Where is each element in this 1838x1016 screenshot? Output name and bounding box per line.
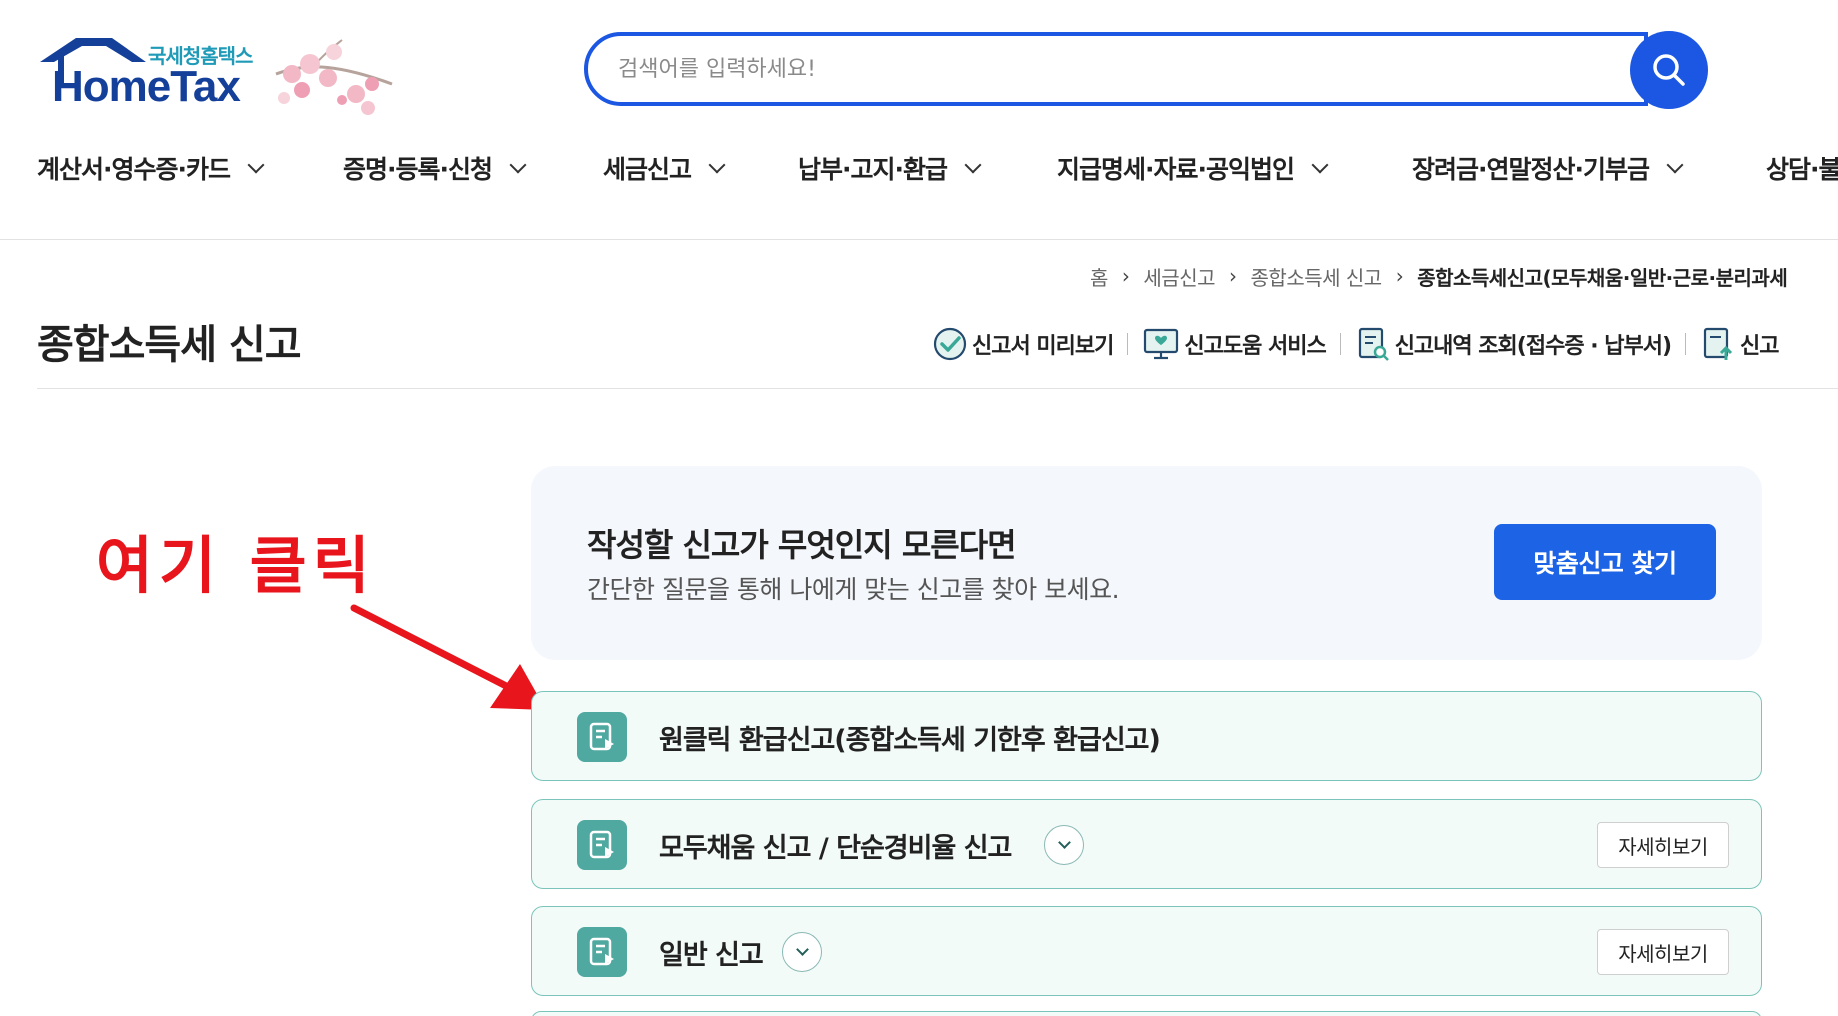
divider (1339, 333, 1341, 355)
annotation-arrow-icon (350, 604, 546, 710)
quick-link-label: 신고내역 조회(접수증 · 납부서) (1394, 334, 1672, 359)
quick-link-label: 신고서 미리보기 (972, 334, 1114, 359)
gnb-label: 지급명세·자료·공익법인 (1057, 155, 1295, 184)
gnb-item-tax-report[interactable]: 세금신고 (603, 150, 726, 186)
gnb-divider (0, 239, 1838, 240)
quick-link-report-history[interactable]: 신고내역 조회(접수증 · 납부서) (1355, 326, 1672, 362)
chevron-down-icon (708, 156, 726, 174)
document-search-icon (1358, 327, 1389, 361)
custom-report-guide: 작성할 신고가 무엇인지 모른다면 간단한 질문을 통해 나에게 맞는 신고를 … (531, 466, 1762, 660)
guide-description: 간단한 질문을 통해 나에게 맞는 신고를 찾아 보세요. (587, 575, 1120, 604)
document-play-icon (577, 927, 627, 977)
gnb-label: 상담·불 (1766, 155, 1838, 184)
divider (1127, 333, 1129, 355)
search-box (584, 32, 1648, 106)
item-partial[interactable] (531, 1011, 1762, 1016)
gnb-item-invoice[interactable]: 계산서·영수증·카드 (37, 150, 265, 186)
document-play-icon (577, 820, 627, 870)
quick-links: 신고서 미리보기 신고도움 서비스 신고내역 조회(접수증 · 납부서) 신고 (932, 324, 1780, 364)
gnb-label: 계산서·영수증·카드 (37, 155, 231, 184)
page-title: 종합소득세 신고 (37, 322, 302, 368)
gnb-label: 납부·고지·환급 (798, 155, 948, 184)
gnb-item-consult[interactable]: 상담·불 (1766, 150, 1838, 186)
search-input[interactable] (618, 52, 1578, 86)
chevron-right-icon: › (1229, 264, 1237, 288)
breadcrumb-home[interactable]: 홈 (1090, 262, 1108, 291)
item-general-report[interactable]: 일반 신고 자세히보기 (531, 906, 1762, 996)
chevron-right-icon: › (1395, 264, 1404, 288)
item-prefilled-report[interactable]: 모두채움 신고 / 단순경비율 신고 자세히보기 (531, 799, 1762, 889)
quick-link-help-service[interactable]: 신고도움 서비스 (1142, 326, 1327, 362)
chevron-down-icon (1057, 836, 1071, 849)
detail-view-button[interactable]: 자세히보기 (1597, 929, 1729, 975)
annotation-text: 여기 클릭 (96, 529, 376, 602)
item-title: 일반 신고 (659, 940, 764, 971)
find-custom-report-button[interactable]: 맞춤신고 찾기 (1494, 524, 1716, 600)
document-upload-icon (1703, 327, 1733, 360)
monitor-help-icon (1144, 328, 1179, 360)
gnb-item-payment[interactable]: 납부·고지·환급 (798, 150, 982, 186)
item-title: 원클릭 환급신고(종합소득세 기한후 환급신고) (659, 725, 1161, 756)
gnb-label: 장려금·연말정산·기부금 (1412, 155, 1650, 184)
divider (1685, 333, 1687, 355)
gnb-item-incentive[interactable]: 장려금·연말정산·기부금 (1412, 150, 1684, 186)
chevron-down-icon (964, 156, 982, 174)
check-circle-icon (933, 327, 967, 361)
title-divider (37, 388, 1838, 389)
breadcrumb-current: 종합소득세신고(모두채움·일반·근로·분리과세 (1417, 265, 1788, 290)
gnb-item-certificate[interactable]: 증명·등록·신청 (343, 150, 527, 186)
chevron-down-icon (795, 943, 809, 956)
quick-link-label: 신고도움 서비스 (1184, 334, 1326, 359)
guide-title: 작성할 신고가 무엇인지 모른다면 (587, 526, 1017, 564)
logo-english-text: HomeTax (52, 62, 241, 111)
chevron-down-icon (247, 156, 265, 174)
item-one-click-refund[interactable]: 원클릭 환급신고(종합소득세 기한후 환급신고) (531, 691, 1762, 781)
quick-link-label: 신고 (1740, 334, 1779, 359)
gnb-label: 세금신고 (603, 155, 692, 184)
detail-view-button[interactable]: 자세히보기 (1597, 822, 1729, 868)
expand-toggle-button[interactable] (782, 932, 822, 972)
chevron-down-icon (509, 156, 527, 174)
quick-link-report[interactable]: 신고 (1700, 326, 1780, 362)
search-button[interactable] (1630, 31, 1708, 109)
search-icon (1653, 54, 1685, 86)
global-nav: 계산서·영수증·카드 증명·등록·신청 세금신고 납부·고지·환급 지급명세·자… (0, 150, 1838, 202)
breadcrumb-level1[interactable]: 세금신고 (1143, 262, 1215, 291)
expand-toggle-button[interactable] (1044, 825, 1084, 865)
item-title: 모두채움 신고 / 단순경비율 신고 (659, 833, 1012, 864)
chevron-down-icon (1311, 156, 1329, 174)
chevron-down-icon (1666, 156, 1684, 174)
breadcrumb-level2[interactable]: 종합소득세 신고 (1251, 262, 1383, 291)
quick-link-preview[interactable]: 신고서 미리보기 (932, 326, 1114, 362)
cherry-blossom-icon (275, 39, 393, 115)
document-play-icon (577, 712, 627, 762)
breadcrumb: 홈 › 세금신고 › 종합소득세 신고 › 종합소득세신고(모두채움·일반·근로… (1090, 262, 1788, 291)
gnb-item-payment-statement[interactable]: 지급명세·자료·공익법인 (1057, 150, 1329, 186)
hometax-logo[interactable]: 국세청홈택스 HomeTax (36, 34, 396, 120)
chevron-right-icon: › (1121, 264, 1130, 288)
gnb-label: 증명·등록·신청 (343, 155, 493, 184)
